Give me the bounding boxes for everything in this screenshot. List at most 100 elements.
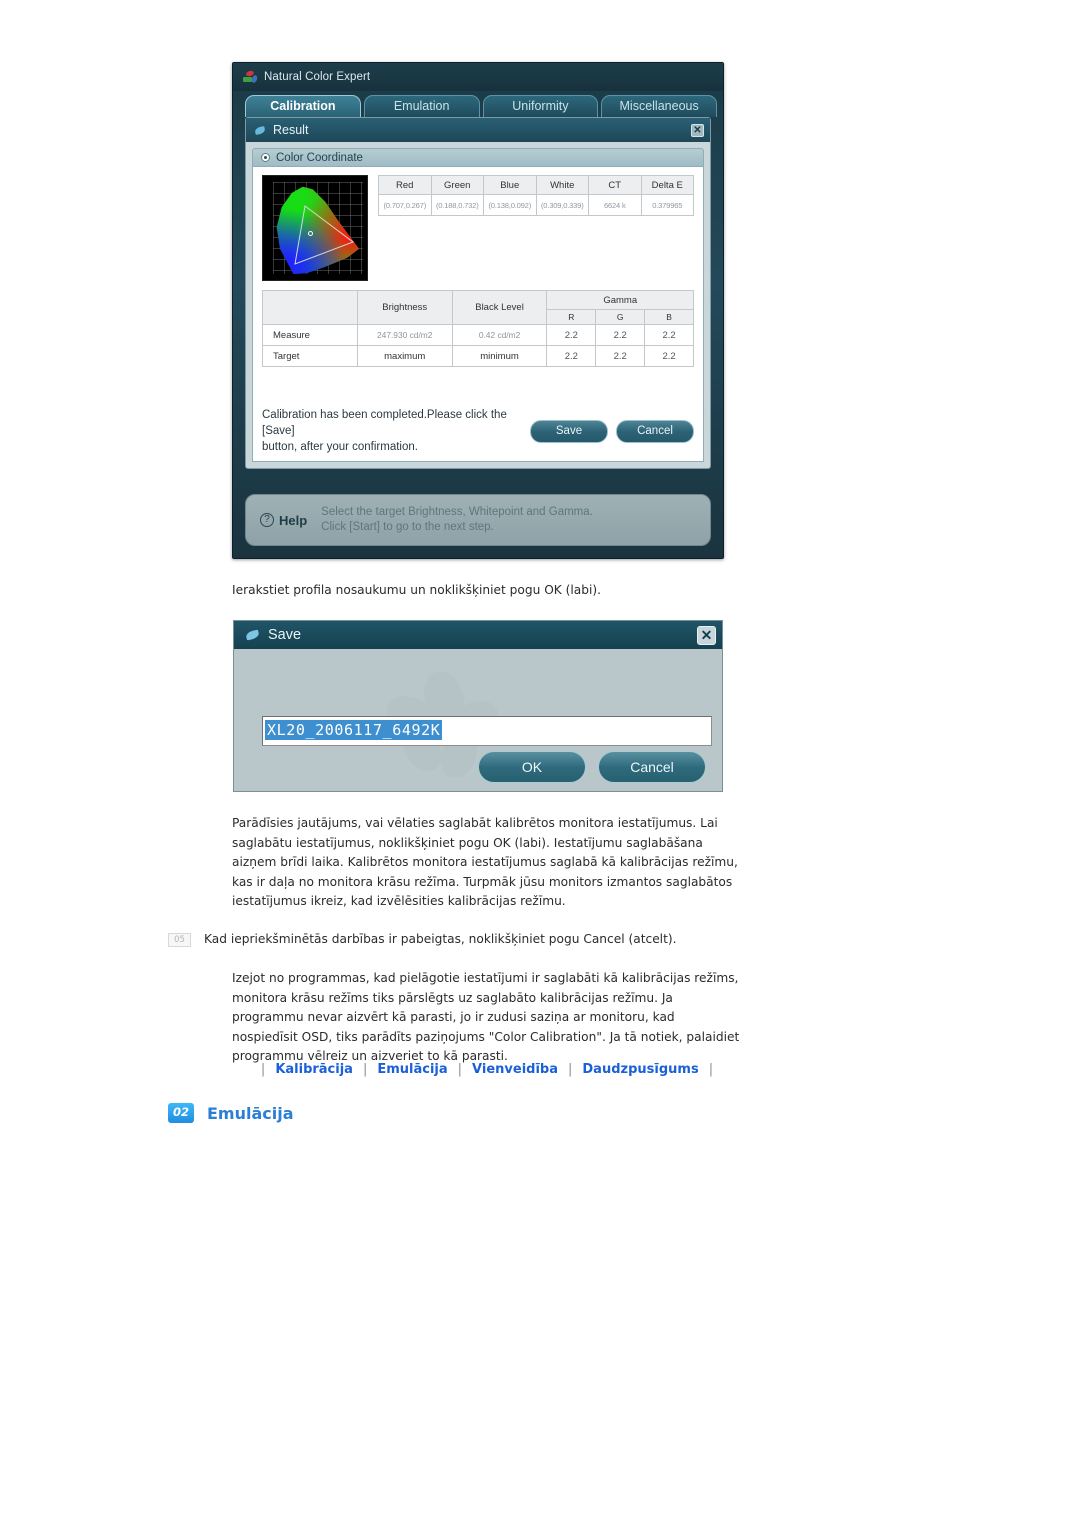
color-coordinate-label: Color Coordinate: [276, 151, 363, 164]
nav-separator-4: |: [708, 1062, 714, 1077]
td-green-value: (0.188,0.732): [430, 194, 484, 216]
heading-number-badge: 02: [168, 1103, 194, 1123]
coordinate-row: Red Green Blue White CT Delta E (0.707,0…: [262, 175, 694, 281]
td-target-gamma-g: 2.2: [595, 345, 646, 367]
result-message-area: Calibration has been completed.Please cl…: [262, 397, 694, 455]
nav-separator-3: |: [568, 1062, 573, 1077]
td-target-gamma-b: 2.2: [644, 345, 694, 367]
td-measure-gamma-g: 2.2: [595, 324, 646, 346]
result-panel-titlebar: Result ✕: [246, 118, 710, 142]
nav-link-kalibracija[interactable]: Kalibrācija: [275, 1062, 353, 1077]
window-titlebar: Natural Color Expert: [233, 63, 723, 91]
td-measure-black-level: 0.42 cd/m2: [451, 324, 548, 346]
help-label-group: ? Help: [260, 513, 307, 528]
cie-chromaticity-diagram: [262, 175, 368, 281]
close-icon[interactable]: ✕: [697, 625, 716, 645]
save-dialog: Save ✕ XL20_2006117_6492K OK Cancel: [233, 620, 723, 792]
td-measure-label: Measure: [262, 324, 358, 346]
tab-calibration[interactable]: Calibration: [245, 95, 361, 117]
table-row-measure: Measure 247.930 cd/m2 0.42 cd/m2 2.2 2.2…: [262, 324, 694, 346]
tab-emulation[interactable]: Emulation: [363, 95, 480, 117]
color-coordinate-table: Red Green Blue White CT Delta E (0.707,0…: [378, 175, 694, 216]
cancel-button[interactable]: Cancel: [616, 419, 694, 443]
th-delta-e: Delta E: [640, 175, 694, 195]
step-item: 05 Kad iepriekšminētās darbības ir pabei…: [168, 930, 748, 950]
color-coordinate-section-header: Color Coordinate: [252, 148, 704, 167]
th-brightness: Brightness: [356, 290, 453, 325]
footer-nav-links: | Kalibrācija | Emulācija | Vienveidība | Daudz…: [232, 1062, 742, 1077]
th-green: Green: [430, 175, 484, 195]
save-button[interactable]: Save: [530, 419, 608, 443]
nav-link-daudzpusigums[interactable]: Daudzpusīgums: [582, 1062, 698, 1077]
td-red-value: (0.707,0.267): [378, 194, 432, 216]
th-red: Red: [378, 175, 432, 195]
th-ct: CT: [588, 175, 642, 195]
gamma-table-wrap: Brightness Black Level Gamma R G B Measu…: [262, 290, 694, 367]
step-text: Kad iepriekšminētās darbības ir pabeigta…: [204, 932, 677, 946]
cie-white-point: [308, 231, 313, 236]
brightness-gamma-table: Brightness Black Level Gamma R G B Measu…: [262, 290, 694, 367]
page-title: Emulācija: [207, 1103, 294, 1123]
result-panel-body: Red Green Blue White CT Delta E (0.707,0…: [252, 167, 704, 462]
tab-uniformity[interactable]: Uniformity: [482, 95, 599, 117]
close-icon[interactable]: ✕: [691, 123, 704, 137]
question-mark-icon: ?: [260, 513, 274, 527]
help-label: Help: [279, 512, 308, 528]
tab-bar: Calibration Emulation Uniformity Miscell…: [233, 91, 723, 117]
th-blue: Blue: [483, 175, 537, 195]
nav-link-emulacija[interactable]: Emulācija: [377, 1062, 447, 1077]
table-row: (0.707,0.267) (0.188,0.732) (0.138,0.092…: [378, 194, 694, 216]
help-text: Select the target Brightness, Whitepoint…: [321, 505, 593, 535]
pen-icon: [255, 125, 266, 136]
save-dialog-title: Save: [268, 627, 302, 643]
app-logo-icon: [243, 69, 259, 84]
td-measure-brightness: 247.930 cd/m2: [356, 324, 453, 346]
result-message: Calibration has been completed.Please cl…: [262, 407, 522, 455]
table-header-row: Brightness Black Level Gamma: [262, 290, 694, 325]
table-row-target: Target maximum minimum 2.2 2.2 2.2: [262, 345, 694, 367]
save-paragraph: Parādīsies jautājums, vai vēlaties sagla…: [232, 816, 738, 908]
th-white: White: [535, 175, 589, 195]
td-white-value: (0.309,0.339): [535, 194, 589, 216]
tab-miscellaneous[interactable]: Miscellaneous: [601, 95, 717, 117]
exit-paragraph: Izejot no programmas, kad pielāgotie ies…: [232, 971, 740, 1063]
save-dialog-body: XL20_2006117_6492K OK Cancel: [234, 649, 722, 793]
profile-name-input[interactable]: XL20_2006117_6492K: [262, 716, 712, 746]
th-blank: [262, 290, 358, 325]
save-dialog-buttons: OK Cancel: [478, 751, 706, 783]
cie-srgb-triangle: [275, 184, 359, 274]
td-measure-gamma-r: 2.2: [546, 324, 597, 346]
intro-paragraph: Ierakstiet profila nosaukumu un noklikšķ…: [232, 583, 602, 597]
help-text-line2: Click [Start] to go to the next step.: [321, 521, 494, 533]
profile-name-value: XL20_2006117_6492K: [265, 720, 443, 740]
app-title: Natural Color Expert: [264, 71, 371, 83]
td-target-brightness: maximum: [356, 345, 453, 367]
td-delta-e-value: 0.379965: [640, 194, 694, 216]
page-root: Natural Color Expert Calibration Emulati…: [0, 0, 1080, 1528]
td-target-black-level: minimum: [451, 345, 548, 367]
result-panel-title: Result: [273, 123, 309, 137]
result-message-line1: Calibration has been completed.Please cl…: [262, 409, 507, 437]
save-dialog-titlebar: Save ✕: [234, 621, 722, 649]
td-target-gamma-r: 2.2: [546, 345, 597, 367]
th-gamma-g: G: [595, 309, 646, 325]
ok-button[interactable]: OK: [478, 751, 586, 783]
help-bar: ? Help Select the target Brightness, Whi…: [245, 494, 711, 546]
step-number: 05: [168, 933, 191, 947]
section-heading: 02 Emulācija: [168, 1103, 294, 1123]
td-measure-gamma-b: 2.2: [644, 324, 694, 346]
cancel-button[interactable]: Cancel: [598, 751, 706, 783]
th-gamma-b: B: [644, 309, 694, 325]
td-ct-value: 6624 k: [588, 194, 642, 216]
natural-color-expert-window: Natural Color Expert Calibration Emulati…: [232, 62, 724, 559]
result-message-line2: button, after your confirmation.: [262, 441, 418, 453]
th-black-level: Black Level: [451, 290, 548, 325]
nav-separator-2: |: [457, 1062, 463, 1077]
td-blue-value: (0.138,0.092): [483, 194, 537, 216]
bullet-icon: [261, 153, 270, 162]
nav-separator-1: |: [362, 1062, 368, 1077]
help-text-line1: Select the target Brightness, Whitepoint…: [321, 506, 593, 518]
nav-link-vienveidiba[interactable]: Vienveidība: [472, 1062, 558, 1077]
pen-icon: [246, 629, 259, 642]
table-header-row: Red Green Blue White CT Delta E: [378, 175, 694, 195]
